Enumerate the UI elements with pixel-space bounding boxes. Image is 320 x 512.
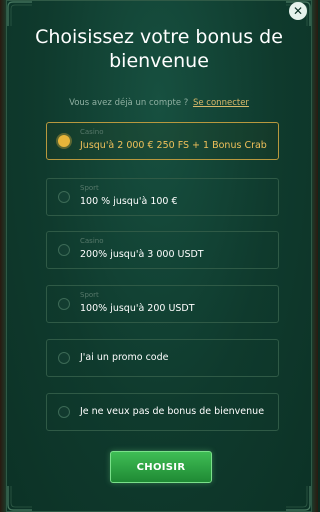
choose-button[interactable]: CHOISIR [110, 451, 212, 483]
option-category: Casino [80, 128, 104, 136]
bonus-option-sport-2[interactable]: Sport 100% jusqu'à 200 USDT [46, 285, 279, 323]
option-category: Casino [80, 237, 104, 245]
no-bonus-option[interactable]: Je ne veux pas de bonus de bienvenue [46, 393, 279, 431]
modal-title: Choisissez votre bonus de bienvenue [35, 26, 283, 72]
option-label: J'ai un promo code [80, 352, 169, 363]
corner-ornament [285, 485, 311, 511]
corner-ornament [7, 485, 33, 511]
option-label: 200% jusqu'à 3 000 USDT [80, 249, 204, 260]
option-category: Sport [80, 291, 99, 299]
radio[interactable] [58, 191, 70, 203]
radio[interactable] [58, 352, 70, 364]
login-link[interactable]: Se connecter [193, 98, 249, 108]
bonus-option-sport-1[interactable]: Sport 100 % jusqu'à 100 € [46, 178, 279, 216]
login-prompt-text: Vous avez déjà un compte ? [69, 98, 189, 108]
bonus-option-casino-2[interactable]: Casino 200% jusqu'à 3 000 USDT [46, 231, 279, 269]
bonus-option-casino-1[interactable]: Casino Jusqu'à 2 000 € 250 FS + 1 Bonus … [46, 122, 279, 160]
promo-code-option[interactable]: J'ai un promo code [46, 339, 279, 377]
radio[interactable] [58, 406, 70, 418]
option-label: 100 % jusqu'à 100 € [80, 196, 178, 207]
option-label: Je ne veux pas de bonus de bienvenue [80, 406, 265, 417]
close-button[interactable]: ✕ [289, 2, 307, 20]
corner-ornament [7, 1, 33, 27]
login-prompt: Vous avez déjà un compte ? Se connecter [7, 98, 311, 108]
radio[interactable] [58, 298, 70, 310]
option-label: Jusqu'à 2 000 € 250 FS + 1 Bonus Crab [80, 140, 267, 151]
close-icon: ✕ [292, 4, 304, 18]
radio-selected[interactable] [58, 135, 70, 147]
bonus-modal: ✕ Choisissez votre bonus de bienvenue Vo… [6, 0, 312, 512]
option-category: Sport [80, 184, 99, 192]
radio[interactable] [58, 244, 70, 256]
option-label: 100% jusqu'à 200 USDT [80, 303, 195, 314]
